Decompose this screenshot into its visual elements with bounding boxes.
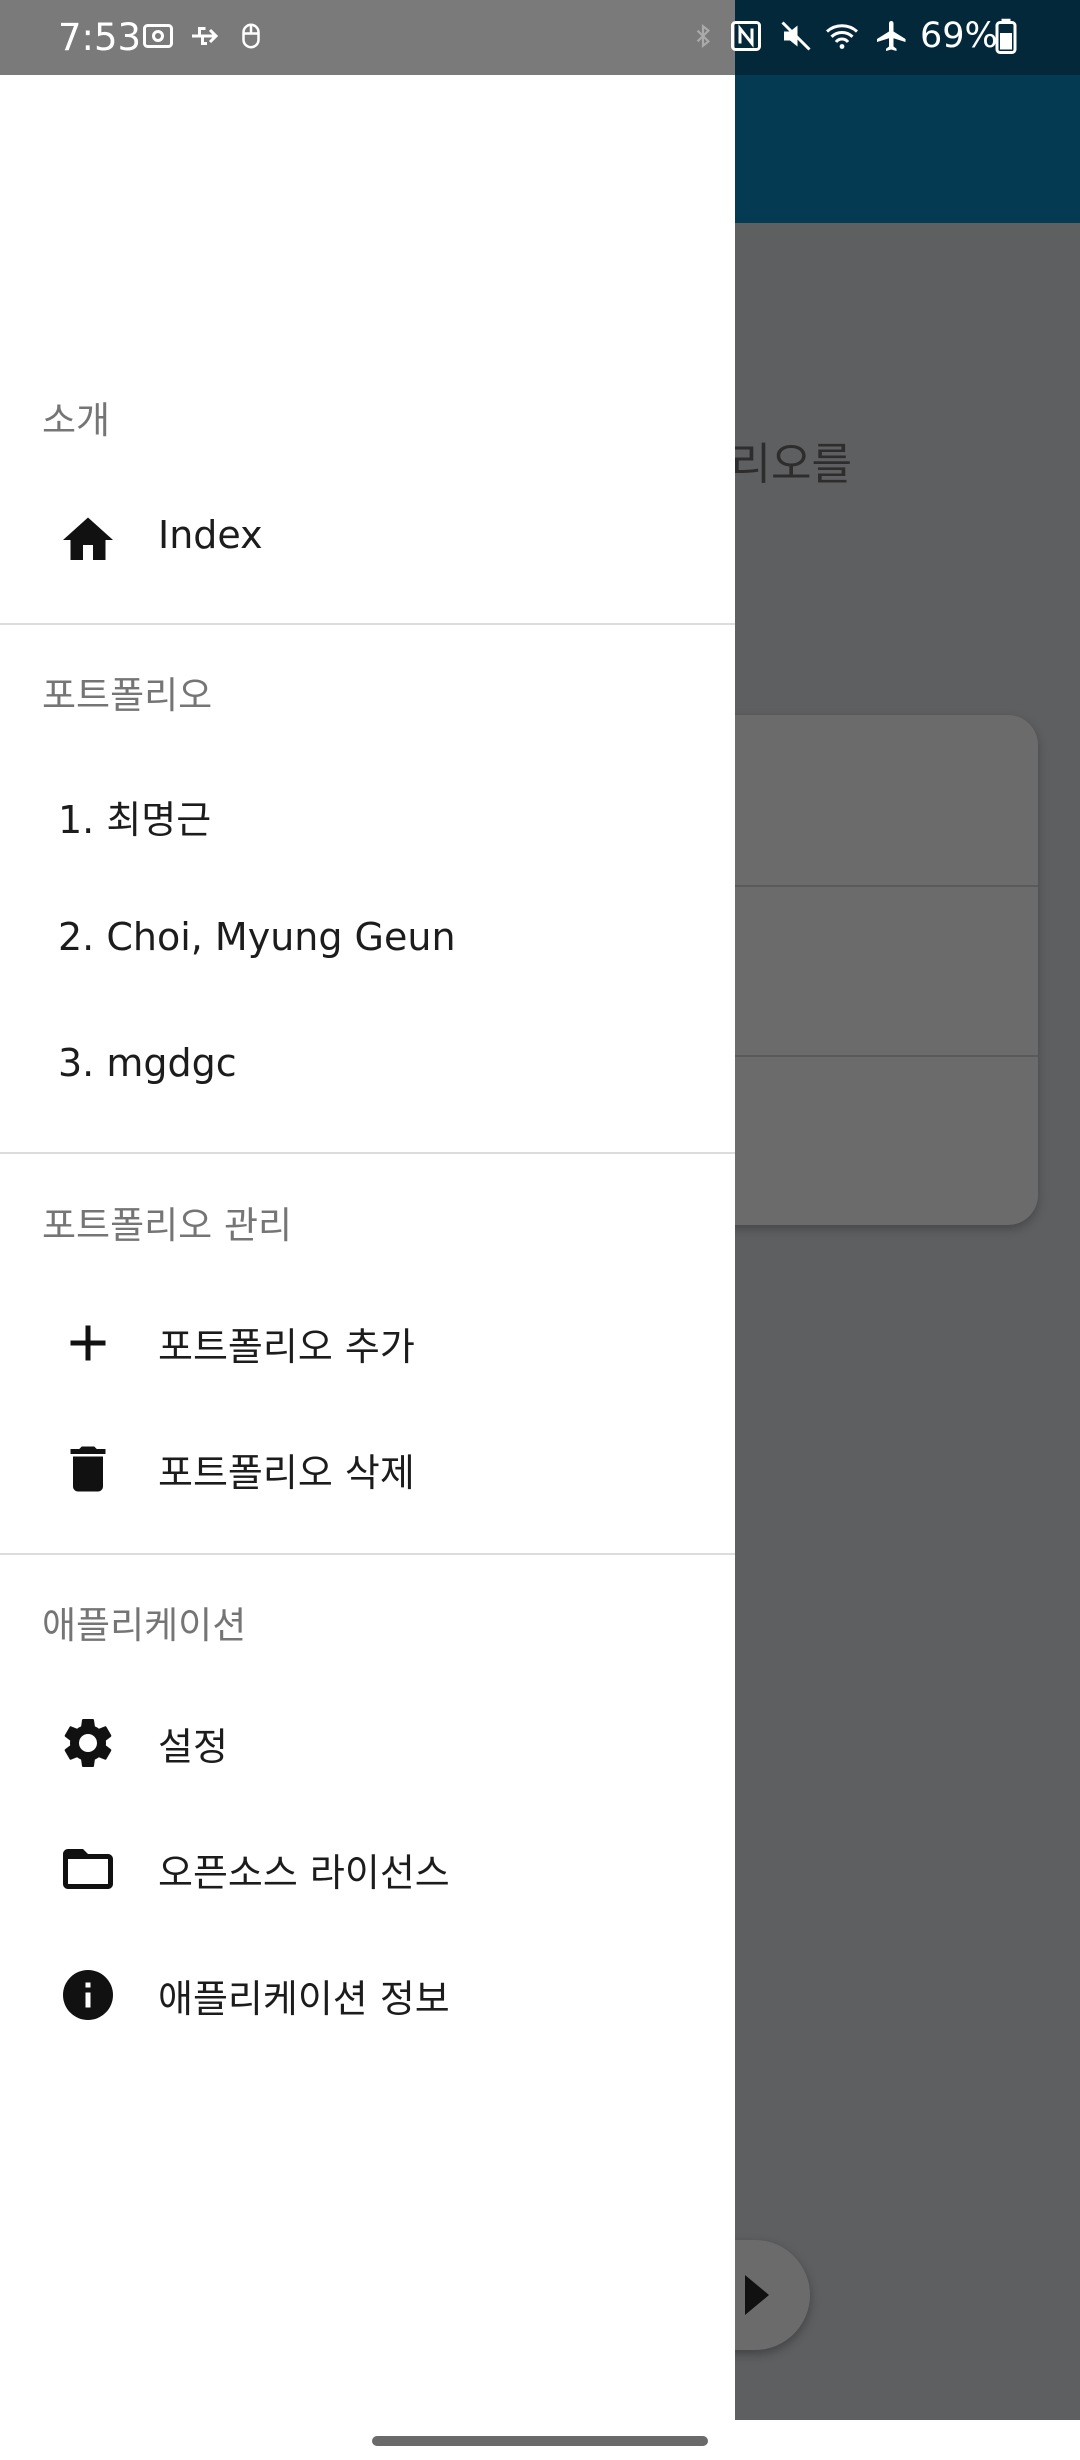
drawer-item-add-portfolio[interactable]: 포트폴리오 추가: [0, 1288, 735, 1398]
drawer-item-delete-portfolio[interactable]: 포트폴리오 삭제: [0, 1414, 735, 1524]
drawer-item-label: 설정: [158, 1725, 228, 1769]
divider: [0, 623, 735, 625]
screenshot-icon: [140, 18, 176, 62]
status-time: 7:53: [58, 16, 142, 59]
mouse-icon: [236, 18, 266, 62]
play-icon: [745, 2275, 769, 2315]
drawer-item-open-source-licenses[interactable]: 오픈소스 라이선스: [0, 1814, 735, 1924]
battery-percentage: 69%: [920, 16, 998, 56]
section-title-intro: 소개: [42, 399, 111, 442]
drawer-item-portfolio-1[interactable]: 1. 최명근: [0, 761, 735, 871]
drawer-item-label: 1. 최명근: [58, 798, 212, 842]
nfc-icon: [728, 18, 764, 62]
drawer-item-label: 3. mgdgc: [58, 1041, 237, 1085]
drawer-item-settings[interactable]: 설정: [0, 1688, 735, 1798]
drawer-item-label: 2. Choi, Myung Geun: [58, 915, 456, 959]
drawer-item-label: 애플리케이션 정보: [158, 1977, 450, 2021]
status-bar: 7:53 69%: [0, 0, 1080, 75]
section-title-portfolio-management: 포트폴리오 관리: [42, 1204, 293, 1247]
home-indicator[interactable]: [372, 2436, 708, 2446]
home-icon: [58, 510, 118, 570]
battery-icon: [994, 18, 1018, 62]
airplane-icon: [874, 18, 910, 62]
trash-icon: [58, 1439, 118, 1499]
drawer-item-portfolio-2[interactable]: 2. Choi, Myung Geun: [0, 887, 735, 997]
drawer-item-label: 오픈소스 라이선스: [158, 1851, 450, 1895]
divider: [0, 1152, 735, 1154]
info-icon: [58, 1965, 118, 2025]
drawer-item-index[interactable]: Index: [0, 485, 735, 595]
section-title-application: 애플리케이션: [42, 1604, 247, 1647]
wifi-icon: [822, 18, 862, 62]
add-icon: [58, 1313, 118, 1373]
usb-icon: [188, 18, 226, 62]
gear-icon: [58, 1713, 118, 1773]
divider: [0, 1553, 735, 1555]
drawer-item-label: 포트폴리오 삭제: [158, 1451, 415, 1495]
navigation-drawer: 소개 Index 포트폴리오 1. 최명근 2. Choi, Myung Geu…: [0, 75, 735, 2420]
bluetooth-icon: [690, 18, 716, 62]
mute-icon: [778, 18, 814, 62]
drawer-item-app-info[interactable]: 애플리케이션 정보: [0, 1940, 735, 2050]
folder-icon: [58, 1839, 118, 1899]
drawer-item-label: Index: [158, 513, 263, 557]
section-title-portfolio: 포트폴리오: [42, 674, 213, 717]
drawer-item-portfolio-3[interactable]: 3. mgdgc: [0, 1013, 735, 1123]
drawer-item-label: 포트폴리오 추가: [158, 1325, 415, 1369]
